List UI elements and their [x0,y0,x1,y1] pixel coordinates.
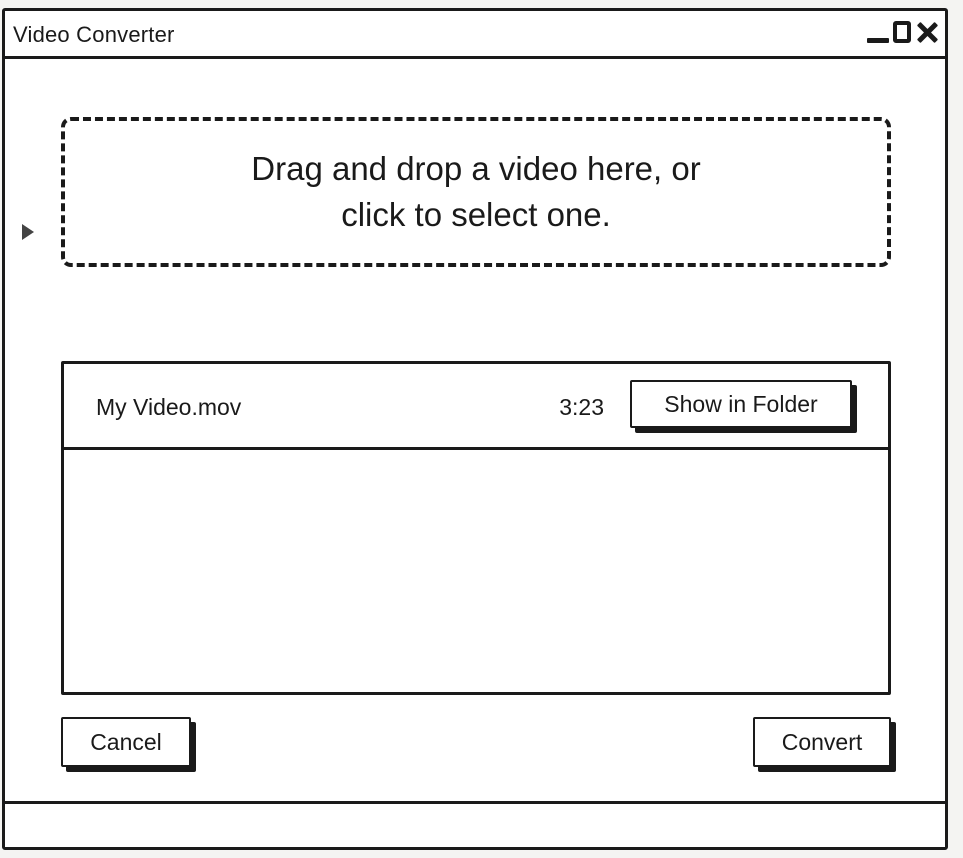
app-window: Video Converter Drag and drop a video he… [2,8,948,850]
list-item: My Video.mov 3:23 Show in Folder [64,364,888,450]
maximize-icon[interactable] [893,21,911,43]
cursor-icon [22,224,34,240]
drop-zone-line-2: click to select one. [341,196,611,233]
window-controls [867,19,939,47]
drop-zone-line-1: Drag and drop a video here, or [251,150,701,187]
close-icon[interactable] [915,19,939,45]
minimize-icon[interactable] [867,19,889,47]
convert-button[interactable]: Convert [753,717,891,767]
file-name: My Video.mov [96,394,242,420]
cancel-button[interactable]: Cancel [61,717,191,767]
status-bar [5,801,945,847]
file-list: My Video.mov 3:23 Show in Folder [61,361,891,695]
show-in-folder-button[interactable]: Show in Folder [630,380,852,428]
file-duration: 3:23 [559,394,604,420]
title-bar: Video Converter [5,11,945,59]
video-drop-zone[interactable]: Drag and drop a video here, or click to … [61,117,891,267]
window-title: Video Converter [13,22,175,47]
